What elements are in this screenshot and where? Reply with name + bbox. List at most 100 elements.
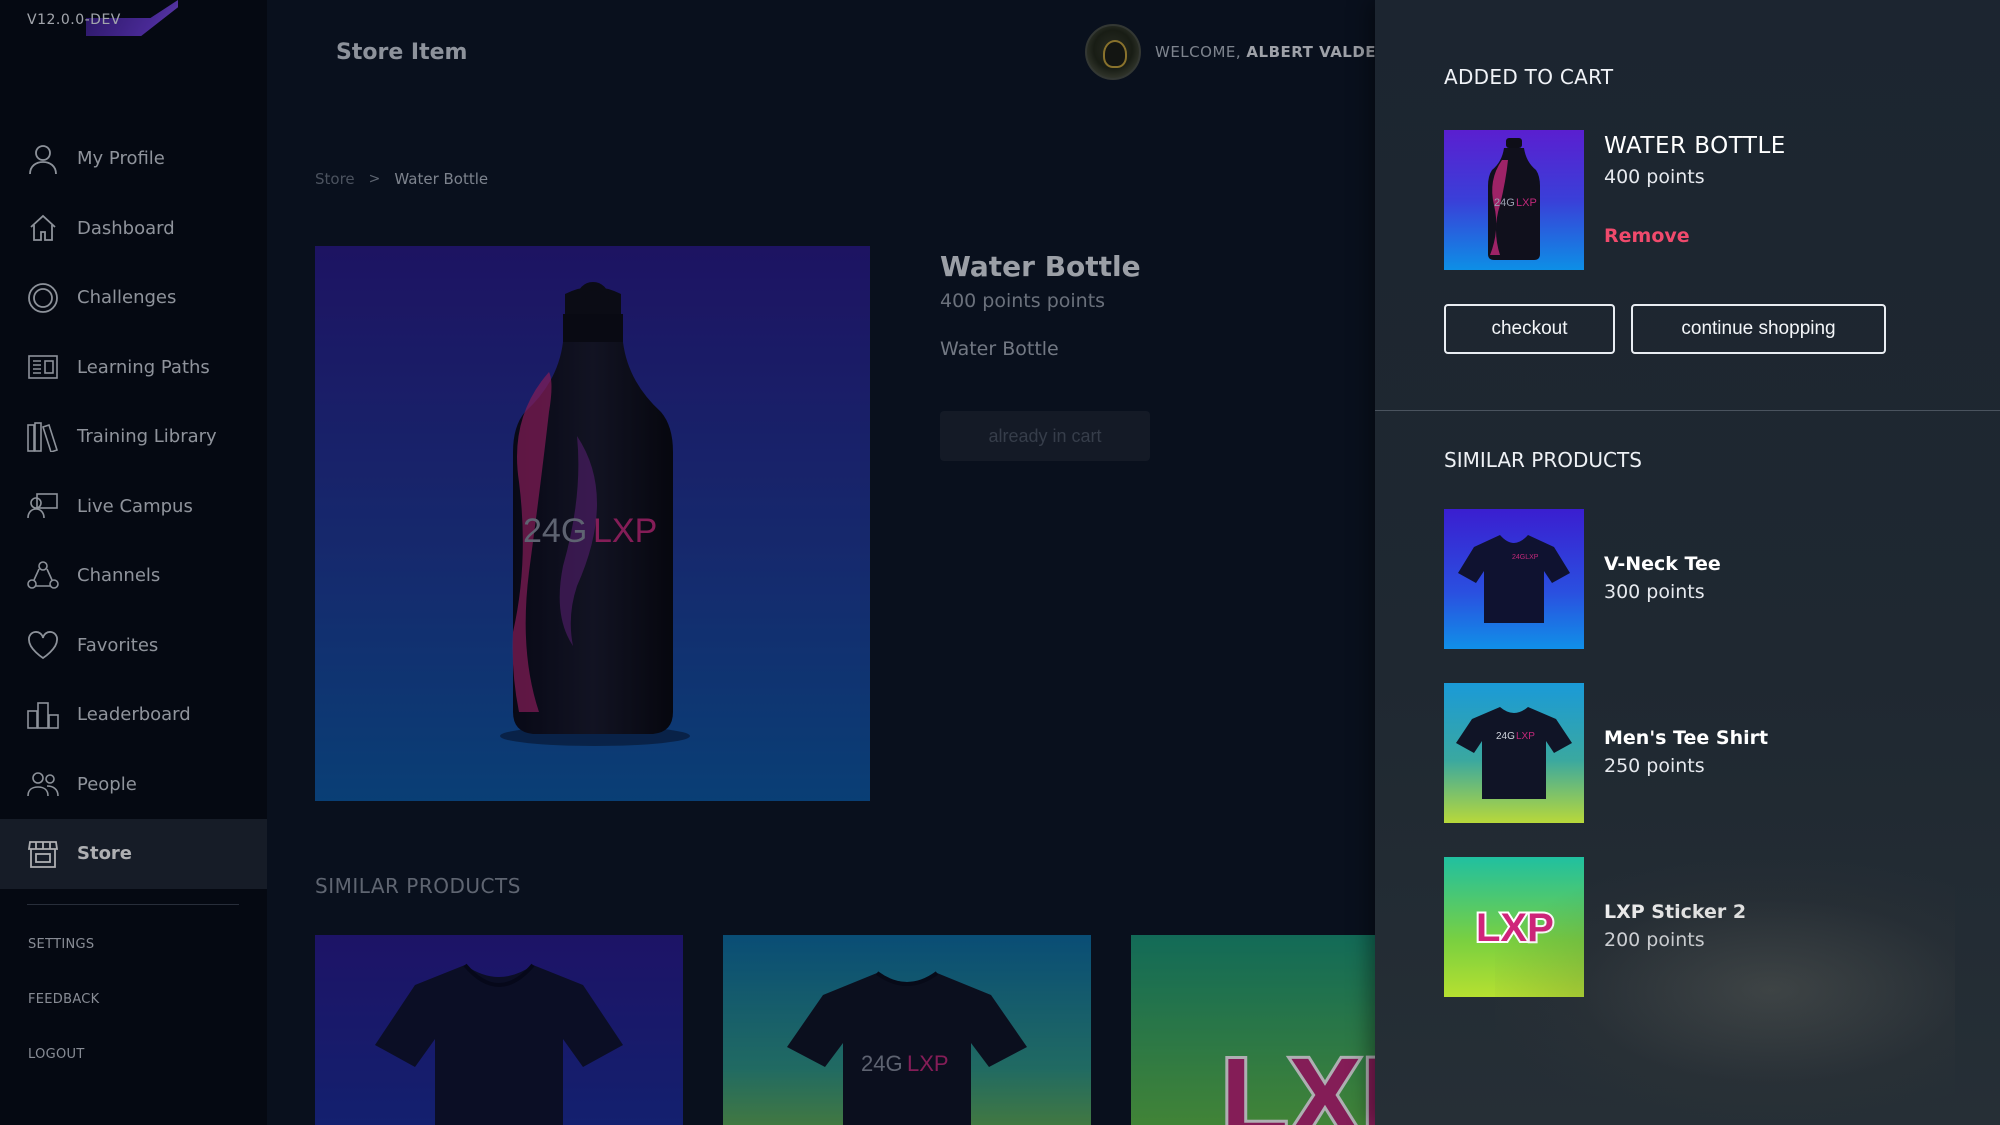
- app-root: V12.0.0-DEV My Profile Dashboard Challen…: [0, 0, 2000, 1125]
- checkout-button[interactable]: checkout: [1444, 304, 1615, 354]
- already-in-cart-button[interactable]: already in cart: [940, 411, 1150, 461]
- similar-product-card-mens-tee-shirt[interactable]: 24G LXP: [723, 935, 1091, 1125]
- sidebar-item-my-profile[interactable]: My Profile: [0, 124, 267, 194]
- lxp-sticker-thumb-image: LXP: [1474, 904, 1556, 952]
- product-points: 400 points points: [940, 290, 1106, 312]
- svg-text:LXP: LXP: [907, 1051, 949, 1076]
- sidebar-item-live-campus[interactable]: Live Campus: [0, 472, 267, 542]
- svg-text:LXP: LXP: [1221, 1036, 1375, 1125]
- target-icon: [27, 282, 59, 314]
- welcome-area[interactable]: WELCOME, ALBERT VALDES: [1085, 24, 1387, 80]
- similar-item-points: 300 points: [1604, 581, 1705, 603]
- cart-drawer: ADDED TO CART 24G LXP WATER BOTTLE 400 p…: [1375, 0, 2000, 1125]
- bottle-logo-text: 24G: [523, 512, 587, 550]
- welcome-prefix: WELCOME,: [1155, 43, 1242, 61]
- page-title: Store Item: [336, 40, 468, 65]
- cart-item-points: 400 points: [1604, 166, 1705, 188]
- product-image: 24G LXP: [315, 246, 870, 801]
- sidebar: V12.0.0-DEV My Profile Dashboard Challen…: [0, 0, 267, 1125]
- drawer-divider: [1375, 410, 2000, 411]
- v-neck-tee-image: [375, 963, 623, 1125]
- feedback-link[interactable]: FEEDBACK: [28, 990, 100, 1045]
- sidebar-divider: [27, 904, 239, 905]
- sidebar-item-leaderboard[interactable]: Leaderboard: [0, 680, 267, 750]
- remove-button[interactable]: Remove: [1604, 225, 1690, 247]
- similar-item-thumbnail: 24GLXP: [1444, 509, 1584, 649]
- store-icon: [27, 838, 59, 870]
- product-name: Water Bottle: [940, 250, 1141, 283]
- main-content: Store Item WELCOME, ALBERT VALDES Store …: [267, 0, 1387, 1125]
- library-icon: [27, 421, 59, 453]
- live-campus-icon: [27, 490, 59, 522]
- mens-tee-shirt-image: 24G LXP: [787, 971, 1027, 1125]
- similar-product-card-v-neck-tee[interactable]: [315, 935, 683, 1125]
- sidebar-item-label: Live Campus: [77, 495, 193, 517]
- sidebar-item-training-library[interactable]: Training Library: [0, 402, 267, 472]
- logout-link[interactable]: LOGOUT: [28, 1045, 100, 1100]
- similar-item-mens-tee-shirt[interactable]: 24G LXP Men's Tee Shirt 250 points: [1444, 683, 1964, 823]
- channels-icon: [27, 560, 59, 592]
- similar-products-title: SIMILAR PRODUCTS: [315, 874, 521, 898]
- cart-drawer-title: ADDED TO CART: [1444, 65, 1614, 89]
- similar-item-name: V-Neck Tee: [1604, 553, 1721, 575]
- sidebar-nav: My Profile Dashboard Challenges Learning…: [0, 124, 267, 889]
- version-tag: V12.0.0-DEV: [27, 12, 121, 28]
- water-bottle-thumb-image: 24G LXP: [1488, 138, 1540, 260]
- breadcrumb-current: Water Bottle: [394, 170, 489, 188]
- user-name: ALBERT VALDES: [1246, 43, 1388, 61]
- svg-text:LXP: LXP: [1476, 906, 1554, 950]
- sidebar-item-channels[interactable]: Channels: [0, 541, 267, 611]
- v-neck-tee-thumb-image: 24GLXP: [1458, 535, 1570, 623]
- sidebar-item-people[interactable]: People: [0, 750, 267, 820]
- svg-text:LXP: LXP: [1516, 731, 1535, 742]
- similar-item-name: Men's Tee Shirt: [1604, 727, 1769, 749]
- svg-text:24G: 24G: [861, 1051, 903, 1076]
- cart-item-name: WATER BOTTLE: [1604, 133, 1786, 159]
- similar-item-thumbnail: 24G LXP: [1444, 683, 1584, 823]
- sidebar-footer: SETTINGS FEEDBACK LOGOUT: [28, 935, 100, 1100]
- sidebar-item-label: People: [77, 773, 137, 795]
- drawer-similar-products-title: SIMILAR PRODUCTS: [1444, 448, 1642, 472]
- leaderboard-icon: [27, 699, 59, 731]
- similar-item-lxp-sticker-2[interactable]: LXP LXP Sticker 2 200 points: [1444, 857, 1964, 997]
- settings-link[interactable]: SETTINGS: [28, 935, 100, 990]
- welcome-text: WELCOME, ALBERT VALDES: [1155, 43, 1387, 61]
- similar-product-card-lxp-sticker[interactable]: LXP: [1131, 935, 1375, 1125]
- sidebar-item-learning-paths[interactable]: Learning Paths: [0, 333, 267, 403]
- svg-text:LXP: LXP: [1516, 197, 1537, 209]
- product-description: Water Bottle: [940, 338, 1059, 360]
- cart-item-thumbnail: 24G LXP: [1444, 130, 1584, 270]
- sidebar-item-label: Favorites: [77, 634, 159, 656]
- lxp-sticker-image: LXP: [1218, 1033, 1375, 1125]
- mens-tee-shirt-thumb-image: 24G LXP: [1456, 707, 1572, 799]
- breadcrumb-separator: >: [368, 171, 381, 187]
- breadcrumb: Store > Water Bottle: [315, 170, 488, 188]
- svg-text:24G: 24G: [1496, 731, 1515, 742]
- water-bottle-illustration: 24G LXP: [500, 282, 690, 746]
- sidebar-item-label: Challenges: [77, 287, 177, 309]
- sidebar-item-label: Channels: [77, 565, 161, 587]
- bottle-logo-accent: LXP: [593, 512, 657, 550]
- breadcrumb-store-link[interactable]: Store: [315, 170, 355, 188]
- sidebar-item-label: Learning Paths: [77, 356, 210, 378]
- sidebar-item-favorites[interactable]: Favorites: [0, 611, 267, 681]
- heart-icon: [27, 629, 59, 661]
- learning-paths-icon: [27, 351, 59, 383]
- home-icon: [27, 212, 59, 244]
- similar-item-points: 250 points: [1604, 755, 1705, 777]
- sidebar-item-label: My Profile: [77, 148, 165, 170]
- sidebar-item-challenges[interactable]: Challenges: [0, 263, 267, 333]
- sidebar-item-store[interactable]: Store: [0, 819, 267, 889]
- similar-item-v-neck-tee[interactable]: 24GLXP V-Neck Tee 300 points: [1444, 509, 1964, 649]
- sidebar-item-label: Dashboard: [77, 217, 175, 239]
- svg-text:24GLXP: 24GLXP: [1512, 554, 1539, 561]
- similar-item-name: LXP Sticker 2: [1604, 901, 1747, 923]
- people-icon: [27, 768, 59, 800]
- sidebar-item-label: Training Library: [77, 426, 217, 448]
- sidebar-item-label: Leaderboard: [77, 704, 191, 726]
- svg-text:24G: 24G: [1494, 197, 1515, 209]
- user-icon: [27, 143, 59, 175]
- sidebar-item-dashboard[interactable]: Dashboard: [0, 194, 267, 264]
- avatar[interactable]: [1085, 24, 1141, 80]
- continue-shopping-button[interactable]: continue shopping: [1631, 304, 1886, 354]
